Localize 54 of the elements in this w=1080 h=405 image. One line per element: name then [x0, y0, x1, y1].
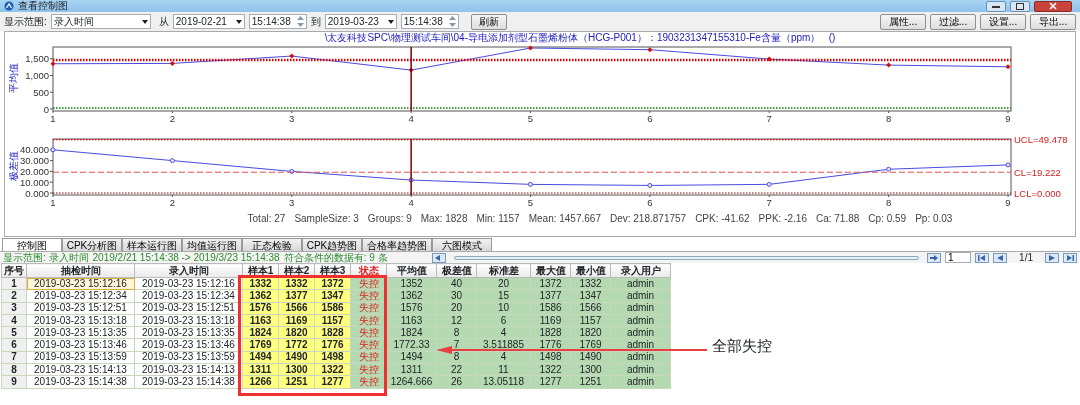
stat-text: Mean: 1457.667	[528, 213, 601, 224]
stat-text: Total: 27	[247, 213, 286, 224]
axis-label: 1	[50, 197, 56, 207]
range-text: 2019/2/21 15:14:38 -> 2019/3/23 15:14:38	[92, 252, 280, 263]
axis-label: 4	[408, 197, 414, 207]
axis-label: 3	[289, 197, 295, 207]
axis-label: 5	[527, 113, 534, 123]
axis-label: 40.000	[19, 144, 49, 156]
record-count: 符合条件的数据有: 9 条	[283, 252, 388, 263]
axis-label: 7	[766, 197, 772, 207]
stat-text: Max: 1828	[420, 213, 468, 224]
axis-label: 7	[766, 113, 772, 123]
axis-label: 1,000	[25, 70, 49, 81]
window-title: 查看控制图	[18, 0, 68, 12]
range-label: 显示范围:	[4, 15, 47, 29]
axis-label: 8	[886, 197, 892, 207]
axis-label: 5	[527, 197, 534, 207]
axis-label: 6	[647, 113, 653, 123]
range-label: 显示范围: 录入时间	[3, 252, 89, 263]
axis-label: 0	[43, 103, 49, 115]
axis-label: 6	[647, 197, 653, 207]
from-label: 从	[158, 15, 169, 29]
axis-label: 8	[886, 113, 892, 123]
limit-label: LCL=0.000	[1014, 187, 1061, 199]
stat-text: CPK: -41.62	[695, 213, 750, 224]
stat-text: Ca: 71.88	[815, 213, 860, 224]
axis-label: 500	[33, 86, 49, 98]
axis-label: 20.000	[19, 165, 49, 177]
axis-label: 1	[50, 113, 56, 123]
stat-text: Dev: 218.871757	[609, 213, 687, 224]
stat-text: Groups: 9	[367, 213, 412, 224]
axis-label: 9	[1005, 197, 1011, 207]
annotation-text: 全部失控	[712, 337, 772, 355]
axis-label: 10.000	[19, 176, 49, 188]
axis-label: 0.000	[25, 187, 49, 199]
chart-title: \太友科技SPC\物理测试车间\04-导电添加剂型石墨烯粉体（HCG-P001）：1903231347155310-Fe含量（ppm） ()	[323, 32, 837, 43]
axis-title: 平均值	[7, 63, 19, 93]
page-count: 1/1	[1019, 252, 1033, 263]
to-label: 到	[310, 15, 321, 29]
axis-label: 2	[169, 113, 175, 123]
axis-label: 1,500	[25, 53, 49, 65]
stat-text: Min: 1157	[476, 213, 520, 224]
stat-text: Cp: 0.59	[868, 213, 907, 224]
stat-text: SampleSize: 3	[294, 213, 359, 224]
limit-label: CL=19.222	[1014, 166, 1061, 178]
stat-text: PPK: -2.16	[758, 213, 807, 224]
stat-text: Pp: 0.03	[915, 213, 953, 224]
axis-label: 2	[169, 197, 175, 207]
axis-label: 9	[1005, 113, 1011, 123]
axis-title: 极差值	[7, 151, 19, 181]
limit-label: UCL=49.478	[1014, 134, 1068, 146]
axis-label: 4	[408, 113, 414, 123]
axis-label: 3	[289, 113, 295, 123]
axis-label: 30.000	[19, 155, 49, 167]
